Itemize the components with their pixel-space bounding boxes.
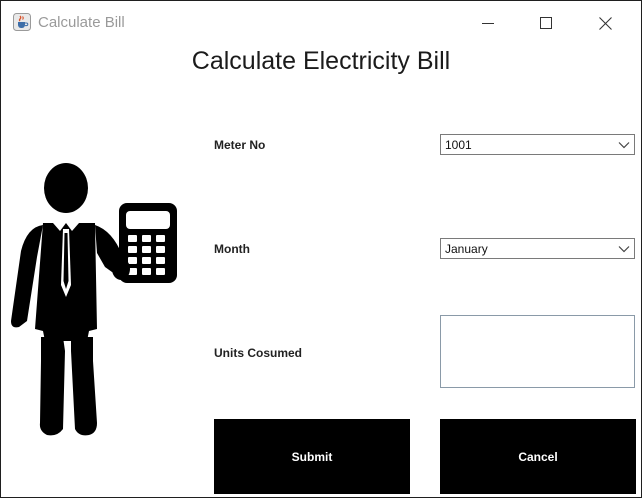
chevron-down-icon	[618, 142, 630, 149]
month-value: January	[445, 242, 488, 256]
man-with-calculator-icon	[11, 163, 177, 436]
title-bar[interactable]: Calculate Bill	[1, 1, 641, 45]
close-button[interactable]	[582, 1, 628, 45]
month-label: Month	[214, 242, 250, 256]
chevron-down-icon	[618, 246, 630, 253]
maximize-button[interactable]	[523, 1, 569, 45]
units-consumed-input[interactable]	[440, 315, 635, 388]
minimize-icon	[482, 23, 494, 24]
cancel-button-label: Cancel	[518, 449, 558, 464]
java-cup-icon	[13, 13, 31, 31]
cancel-button[interactable]: Cancel	[440, 419, 636, 494]
close-icon	[598, 16, 612, 30]
minimize-button[interactable]	[465, 1, 511, 45]
maximize-icon	[540, 17, 552, 29]
meter-no-dropdown[interactable]: 1001	[440, 134, 635, 155]
meter-no-value: 1001	[445, 138, 472, 152]
submit-button-label: Submit	[291, 449, 333, 464]
month-dropdown[interactable]: January	[440, 238, 635, 259]
units-consumed-label: Units Cosumed	[214, 346, 303, 360]
app-window: Calculate Bill Calculate Electricity Bil…	[0, 0, 642, 498]
page-title: Calculate Electricity Bill	[191, 47, 451, 75]
window-title: Calculate Bill	[38, 14, 125, 31]
meter-no-label: Meter No	[214, 138, 266, 152]
submit-button[interactable]: Submit	[214, 419, 410, 494]
